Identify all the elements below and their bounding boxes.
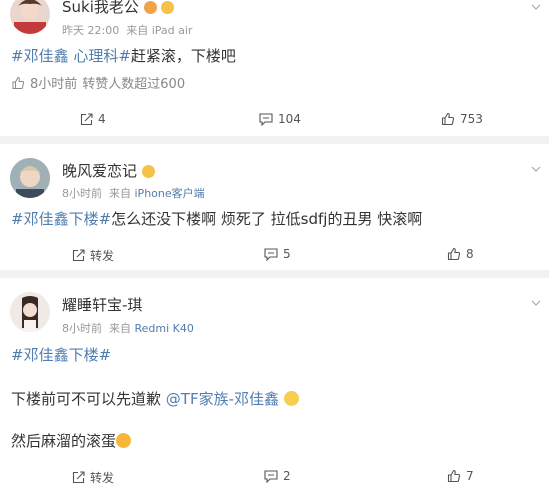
- source[interactable]: Redmi K40: [135, 322, 194, 335]
- timestamp: 8小时前: [62, 322, 102, 335]
- comment-icon: [264, 247, 278, 261]
- like-icon: [12, 76, 25, 89]
- emoji-icon: [116, 433, 132, 448]
- like-icon: [447, 247, 461, 261]
- chevron-down-icon[interactable]: [531, 2, 541, 12]
- user-name[interactable]: 晚风爱恋记: [62, 160, 155, 181]
- repost-button[interactable]: 4: [80, 112, 106, 126]
- post-text-line-2: 下楼前可不可以先道歉 @TF家族-邓佳鑫: [11, 388, 299, 409]
- post-meta: 昨天 22:00 来自 iPad air: [62, 22, 192, 38]
- user-mention[interactable]: @TF家族-邓佳鑫: [166, 390, 279, 408]
- post-card-1[interactable]: Suki我老公 昨天 22:00 来自 iPad air #邓佳鑫 心理科#赶紧…: [0, 0, 549, 136]
- emoji-icon: [141, 165, 155, 178]
- post-tag-line: #邓佳鑫下楼#: [11, 344, 111, 365]
- like-count: 8: [466, 247, 474, 261]
- comment-button[interactable]: 2: [264, 469, 291, 483]
- like-button[interactable]: 7: [447, 469, 474, 483]
- post-text: 下楼前可不可以先道歉: [11, 390, 162, 408]
- sub-time: 8小时前: [30, 77, 78, 92]
- repost-icon: [72, 249, 85, 262]
- like-button[interactable]: 753: [441, 112, 483, 126]
- like-button[interactable]: 8: [447, 247, 474, 261]
- emoji-icon: [161, 1, 175, 14]
- repost-icon: [80, 112, 93, 125]
- repost-label: 转发: [90, 249, 115, 263]
- source-prefix: 来自: [109, 322, 131, 335]
- comment-icon: [264, 469, 278, 483]
- comment-count: 5: [283, 247, 291, 261]
- emoji-icon: [283, 391, 299, 406]
- source-prefix: 来自: [126, 24, 149, 37]
- repost-summary[interactable]: 8小时前 转赞人数超过600: [11, 73, 185, 92]
- emoji-icon: [143, 1, 157, 14]
- post-text-line-3: 然后麻溜的滚蛋: [11, 430, 132, 451]
- comment-icon: [259, 112, 273, 126]
- like-count: 7: [466, 469, 474, 483]
- repost-count: 4: [98, 112, 106, 126]
- post-text: 怎么还没下楼啊 烦死了 拉低sdfj的丑男 快滚啊: [111, 210, 423, 228]
- chevron-down-icon[interactable]: [531, 298, 541, 308]
- topic-tag[interactable]: #邓佳鑫下楼#: [11, 210, 111, 228]
- topic-tag[interactable]: #邓佳鑫 心理科#: [11, 47, 131, 65]
- repost-label: 转发: [90, 471, 115, 485]
- like-icon: [447, 469, 461, 483]
- like-count: 753: [460, 112, 483, 126]
- topic-tag[interactable]: #邓佳鑫下楼#: [11, 346, 111, 364]
- post-card-2[interactable]: 晚风爱恋记 8小时前 来自 iPhone客户端 #邓佳鑫下楼#怎么还没下楼啊 烦…: [0, 144, 549, 270]
- post-content: #邓佳鑫 心理科#赶紧滚，下楼吧: [11, 45, 236, 66]
- post-meta: 8小时前 来自 Redmi K40: [62, 320, 194, 336]
- user-name[interactable]: Suki我老公: [62, 0, 175, 17]
- source: iPad air: [151, 24, 193, 37]
- user-name[interactable]: 耀睡轩宝-琪: [62, 294, 142, 315]
- sub-text: 转赞人数超过600: [82, 77, 186, 92]
- repost-button[interactable]: 转发: [72, 469, 114, 486]
- chevron-down-icon[interactable]: [531, 164, 541, 174]
- post-content: #邓佳鑫下楼#怎么还没下楼啊 烦死了 拉低sdfj的丑男 快滚啊: [11, 208, 422, 229]
- timestamp: 昨天 22:00: [62, 24, 120, 37]
- like-icon: [441, 112, 455, 126]
- avatar[interactable]: [10, 292, 50, 332]
- comment-count: 2: [283, 469, 291, 483]
- comment-count: 104: [278, 112, 301, 126]
- separator: [0, 270, 549, 278]
- avatar[interactable]: [10, 158, 50, 198]
- comment-button[interactable]: 104: [259, 112, 301, 126]
- post-text: 赶紧滚，下楼吧: [130, 47, 236, 65]
- repost-button[interactable]: 转发: [72, 247, 114, 264]
- avatar[interactable]: [10, 0, 50, 34]
- repost-icon: [72, 471, 85, 484]
- timestamp: 8小时前: [62, 187, 102, 200]
- comment-button[interactable]: 5: [264, 247, 291, 261]
- post-text: 然后麻溜的滚蛋: [11, 432, 117, 450]
- post-card-3[interactable]: 耀睡轩宝-琪 8小时前 来自 Redmi K40 #邓佳鑫下楼# 下楼前可不可以…: [0, 278, 549, 488]
- source-prefix: 来自: [109, 187, 131, 200]
- separator: [0, 136, 549, 144]
- post-meta: 8小时前 来自 iPhone客户端: [62, 185, 205, 201]
- source[interactable]: iPhone客户端: [135, 187, 205, 200]
